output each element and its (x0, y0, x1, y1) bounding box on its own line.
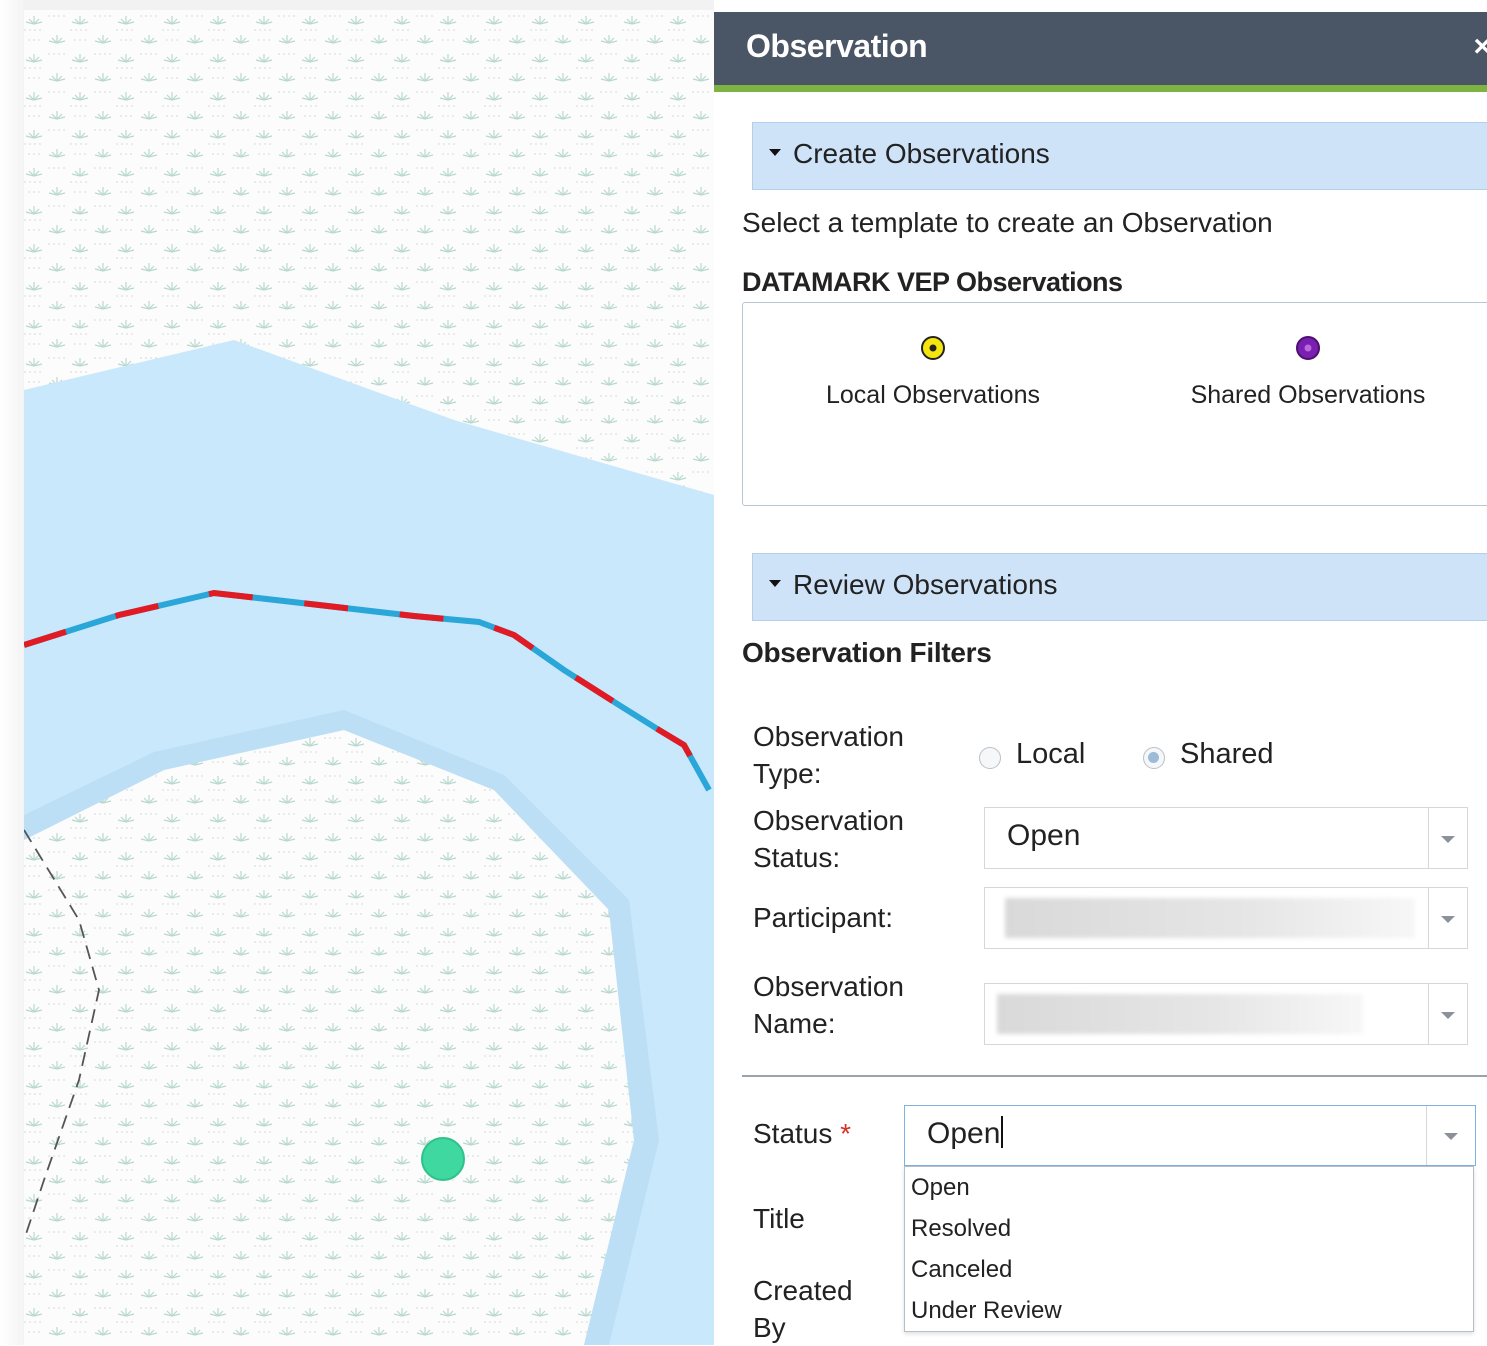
title-field-label: Title (753, 1203, 805, 1234)
radio-local-label: Local (1016, 738, 1086, 770)
filters-title: Observation Filters (742, 637, 992, 668)
template-shared-label: Shared Observations (1190, 381, 1426, 409)
participant-label: Participant: (753, 902, 894, 933)
template-picker: Local Observations Shared Observations (742, 302, 1487, 506)
select-divider (1427, 888, 1429, 948)
chevron-down-icon[interactable] (1441, 1012, 1455, 1019)
caret-down-icon (769, 580, 781, 587)
observation-status-value: Open (1007, 819, 1081, 852)
caret-down-icon (769, 149, 781, 156)
created-by-label: Created By (753, 1275, 853, 1343)
select-divider (1425, 1106, 1427, 1165)
template-group-title: DATAMARK VEP Observations (742, 267, 1123, 297)
purple-point-icon (1296, 336, 1320, 360)
status-option-resolved[interactable]: Resolved (911, 1215, 1011, 1243)
status-option-canceled[interactable]: Canceled (911, 1256, 1012, 1284)
map-view[interactable] (24, 10, 714, 1345)
status-field-label: Status * (753, 1118, 851, 1150)
template-shared-observations[interactable]: Shared Observations (1183, 335, 1433, 410)
template-local-observations[interactable]: Local Observations (823, 335, 1043, 410)
template-local-label: Local Observations (825, 381, 1040, 409)
observation-status-select[interactable]: Open (984, 807, 1468, 869)
redacted-value (997, 994, 1363, 1034)
create-observations-label: Create Observations (793, 138, 1050, 169)
status-select[interactable]: Open (904, 1105, 1476, 1166)
participant-select[interactable] (984, 887, 1468, 949)
observation-type-label: Observation Type: (753, 721, 904, 789)
panel-title: Observation (746, 28, 928, 64)
template-instruction: Select a template to create an Observati… (742, 207, 1273, 238)
observation-name-label: Observation Name: (753, 971, 904, 1039)
status-option-under-review[interactable]: Under Review (911, 1297, 1062, 1325)
radio-shared-label: Shared (1180, 738, 1274, 770)
section-divider (742, 1075, 1487, 1077)
observation-name-select[interactable] (984, 983, 1468, 1045)
target-point-icon (921, 336, 945, 360)
panel-header: Observation × (714, 12, 1487, 85)
chevron-down-icon[interactable] (1444, 1133, 1458, 1140)
map-left-edge (0, 0, 24, 1345)
required-mark: * (840, 1118, 852, 1149)
observation-panel: Observation × Create Observations Select… (714, 12, 1487, 1345)
chevron-down-icon[interactable] (1441, 916, 1455, 923)
radio-shared[interactable] (1143, 747, 1165, 769)
status-label-text: Status (753, 1118, 833, 1149)
status-option-open[interactable]: Open (911, 1174, 970, 1202)
select-divider (1427, 984, 1429, 1044)
select-divider (1427, 808, 1429, 868)
radio-local[interactable] (979, 747, 1001, 769)
observation-marker (421, 1137, 465, 1181)
create-observations-header[interactable]: Create Observations (752, 122, 1487, 190)
map-top-strip (0, 0, 714, 10)
map-canvas[interactable] (24, 10, 714, 1345)
observation-status-label: Observation Status: (753, 805, 904, 873)
status-input-text: Open (927, 1117, 1001, 1150)
status-input[interactable]: Open (927, 1116, 1004, 1151)
redacted-value (1005, 898, 1415, 938)
review-observations-header[interactable]: Review Observations (752, 553, 1487, 621)
header-accent-bar (714, 85, 1487, 92)
review-observations-label: Review Observations (793, 569, 1058, 600)
text-cursor (1001, 1116, 1004, 1148)
chevron-down-icon[interactable] (1441, 836, 1455, 843)
close-icon[interactable]: × (1473, 30, 1487, 64)
status-dropdown-list: Open Resolved Canceled Under Review (904, 1166, 1474, 1332)
